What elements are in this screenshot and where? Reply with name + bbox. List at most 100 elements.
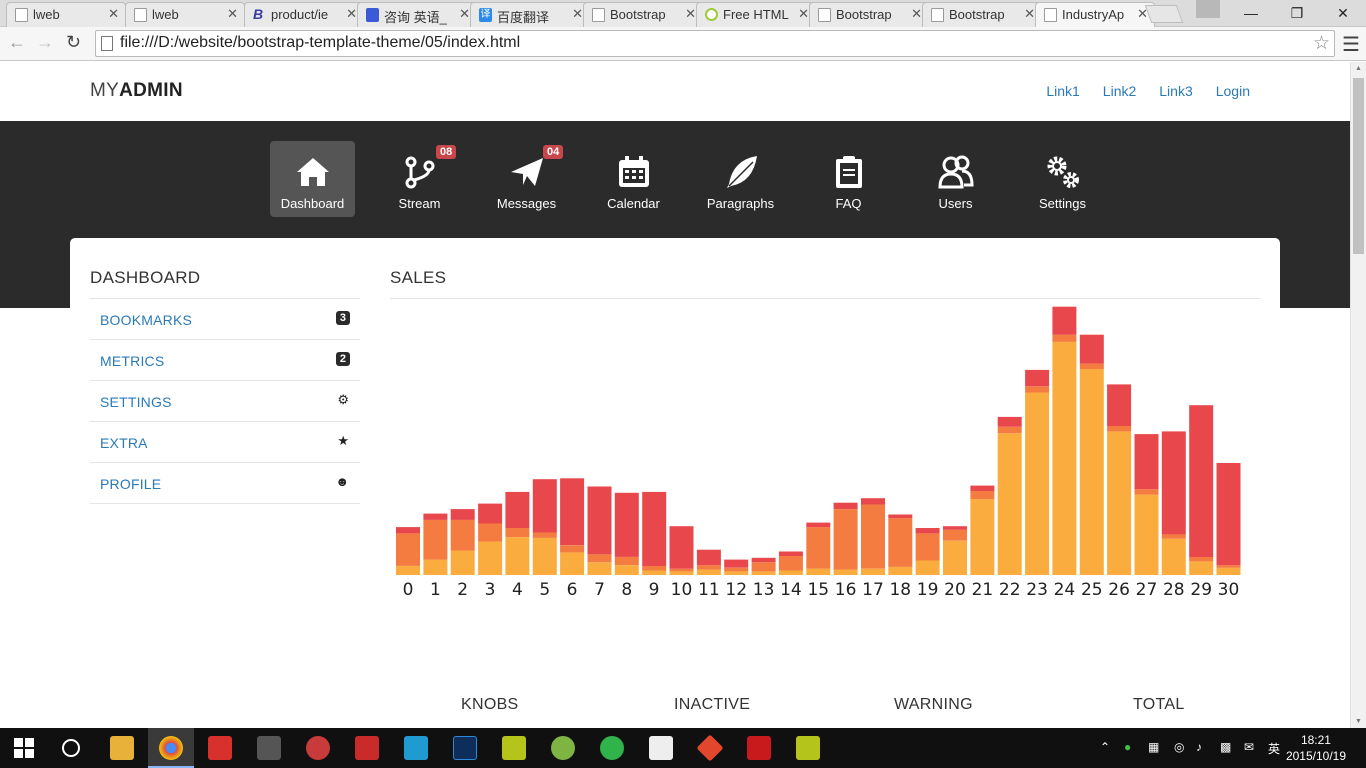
scrollbar-thumb[interactable] — [1353, 78, 1364, 254]
close-tab-icon[interactable]: ✕ — [459, 6, 470, 22]
system-clock[interactable]: 18:21 2015/10/19 — [1286, 732, 1346, 764]
x-tick-label: 15 — [807, 580, 829, 600]
browser-tab[interactable]: 译百度翻译 ✕ — [470, 2, 590, 27]
photoshop-icon[interactable] — [453, 736, 477, 760]
wechat-icon[interactable] — [600, 736, 624, 760]
task-view-icon[interactable] — [62, 739, 80, 757]
bar-segment-25-1 — [1079, 363, 1104, 369]
browser-tab[interactable]: Bproduct/ie ✕ — [244, 2, 364, 27]
bar-segment-26-2 — [1107, 384, 1132, 426]
app-g-icon[interactable] — [208, 736, 232, 760]
chrome-icon[interactable] — [159, 736, 183, 760]
app-m-icon[interactable] — [502, 736, 526, 760]
start-button[interactable] — [14, 738, 34, 758]
acrobat-icon[interactable] — [747, 736, 771, 760]
nav-item-users[interactable]: Users — [913, 141, 998, 217]
bar-segment-29-0 — [1189, 561, 1214, 575]
nav-item-faq[interactable]: FAQ — [806, 141, 891, 217]
x-tick-label: 19 — [917, 580, 939, 600]
tray-app-icon[interactable]: ▦ — [1148, 740, 1159, 754]
sidebar-item-label[interactable]: EXTRA — [100, 435, 148, 451]
bookmark-star-icon[interactable]: ☆ — [1313, 32, 1330, 55]
sidebar-item-label[interactable]: PROFILE — [100, 476, 161, 492]
bar-segment-14-2 — [778, 551, 803, 556]
browser-profile-icon[interactable] — [1196, 0, 1220, 18]
git-icon[interactable] — [696, 734, 724, 762]
close-tab-icon[interactable]: ✕ — [227, 6, 238, 22]
scroll-down-icon[interactable]: ▼ — [1355, 718, 1362, 725]
nav-item-settings[interactable]: Settings — [1020, 141, 1105, 217]
close-tab-icon[interactable]: ✕ — [911, 6, 922, 22]
sidebar-item-label[interactable]: BOOKMARKS — [100, 312, 192, 328]
top-navbar: MYADMIN Link1 Link2 Link3 Login — [0, 62, 1350, 121]
top-link-link1[interactable]: Link1 — [1046, 83, 1079, 99]
browser-tab[interactable]: 咨询 英语_ ✕ — [357, 2, 477, 27]
sublime-text-icon[interactable] — [257, 736, 281, 760]
browser-tab[interactable]: lweb ✕ — [6, 2, 126, 27]
ime-indicator[interactable]: 英 — [1268, 740, 1280, 757]
back-icon[interactable]: ← — [8, 32, 26, 53]
browser-tab[interactable]: lweb ✕ — [125, 2, 245, 27]
bar-segment-27-1 — [1134, 489, 1159, 495]
nav-item-label: Stream — [398, 196, 441, 211]
bar-segment-26-1 — [1107, 426, 1132, 432]
scroll-up-icon[interactable]: ▲ — [1355, 65, 1362, 72]
app-pixel-icon[interactable] — [649, 736, 673, 760]
notification-icon[interactable]: ✉ — [1244, 740, 1254, 754]
new-tab-button[interactable] — [1144, 5, 1184, 23]
sidebar-item-profile[interactable]: PROFILE ☻ — [90, 463, 360, 504]
top-link-link3[interactable]: Link3 — [1159, 83, 1192, 99]
browser-tab[interactable]: Bootstrap ✕ — [922, 2, 1042, 27]
x-tick-label: 18 — [889, 580, 911, 600]
volume-icon[interactable]: ♪ — [1196, 740, 1202, 754]
browser-menu-icon[interactable]: ☰ — [1342, 32, 1360, 57]
brand-light-text: MY — [90, 80, 120, 101]
xmind-icon[interactable] — [355, 736, 379, 760]
top-link-link2[interactable]: Link2 — [1103, 83, 1136, 99]
close-tab-icon[interactable]: ✕ — [685, 6, 696, 22]
maximize-icon[interactable]: ❐ — [1274, 0, 1320, 27]
tray-expand-icon[interactable]: ⌃ — [1100, 740, 1110, 754]
sidebar-item-label[interactable]: METRICS — [100, 353, 164, 369]
sidebar-item-extra[interactable]: EXTRA ★ — [90, 422, 360, 463]
nav-item-stream[interactable]: Stream 08 — [377, 141, 462, 217]
bar-segment-17-2 — [861, 498, 885, 505]
close-tab-icon[interactable]: ✕ — [572, 6, 583, 22]
nav-item-paragraphs[interactable]: Paragraphs — [698, 141, 783, 217]
app-m2-icon[interactable] — [796, 736, 820, 760]
reload-icon[interactable]: ↻ — [66, 32, 81, 53]
close-tab-icon[interactable]: ✕ — [798, 6, 809, 22]
browser-tab[interactable]: IndustryAp ✕ — [1035, 2, 1155, 28]
bar-segment-3-2 — [478, 503, 503, 524]
sidebar-item-settings[interactable]: SETTINGS ⚙ — [90, 381, 360, 422]
page-scrollbar[interactable]: ▲ ▼ — [1350, 62, 1366, 728]
app-face-icon[interactable] — [551, 736, 575, 760]
minimize-icon[interactable]: — — [1228, 0, 1274, 27]
file-explorer-icon[interactable] — [110, 736, 134, 760]
wifi-icon[interactable]: ◎ — [1174, 740, 1184, 754]
browser-tab[interactable]: Bootstrap ✕ — [809, 2, 929, 27]
sidebar-item-label[interactable]: SETTINGS — [100, 394, 172, 410]
keyboard-icon[interactable]: ▩ — [1220, 740, 1231, 754]
browser-tab[interactable]: Bootstrap ✕ — [583, 2, 703, 27]
sidebar-item-bookmarks[interactable]: BOOKMARKS 3 — [90, 299, 360, 340]
bar-segment-6-1 — [560, 545, 585, 553]
close-tab-icon[interactable]: ✕ — [346, 6, 357, 22]
brand-logo[interactable]: MYADMIN — [90, 80, 183, 102]
sidebar-item-metrics[interactable]: METRICS 2 — [90, 340, 360, 381]
app-snail-icon[interactable] — [306, 736, 330, 760]
close-tab-icon[interactable]: ✕ — [108, 6, 119, 22]
close-tab-icon[interactable]: ✕ — [1024, 6, 1035, 22]
x-tick-label: 10 — [671, 580, 693, 600]
browser-tab[interactable]: Free HTML ✕ — [696, 2, 816, 27]
address-bar[interactable]: file:///D:/website/bootstrap-template-th… — [95, 30, 1335, 57]
nav-item-messages[interactable]: Messages 04 — [484, 141, 569, 217]
nav-item-dashboard[interactable]: Dashboard — [270, 141, 355, 217]
nav-item-calendar[interactable]: Calendar — [591, 141, 676, 217]
forward-icon[interactable]: → — [36, 32, 54, 53]
close-window-icon[interactable]: ✕ — [1320, 0, 1366, 27]
x-tick-label: 16 — [835, 580, 857, 600]
webstorm-icon[interactable] — [404, 736, 428, 760]
tray-wechat-icon[interactable]: ● — [1124, 740, 1131, 754]
top-link-login[interactable]: Login — [1216, 83, 1250, 99]
